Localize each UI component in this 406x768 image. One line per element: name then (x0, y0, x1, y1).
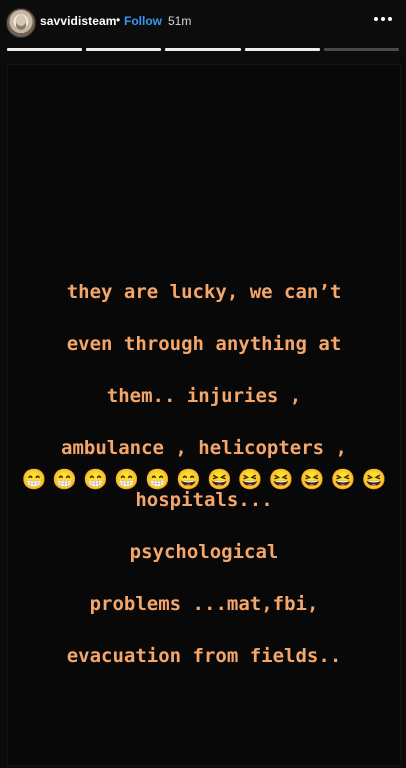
more-options-icon[interactable] (374, 11, 392, 29)
progress-segment (7, 48, 83, 51)
avatar[interactable] (6, 8, 36, 38)
username[interactable]: savvidisteam (40, 14, 117, 28)
progress-segment (165, 48, 241, 51)
laughing-face-icon: 😆 (299, 469, 325, 491)
grinning-face-icon: 😁 (21, 469, 47, 491)
story-text-line: evacuation from fields.. (66, 645, 342, 667)
grinning-face-icon: 😁 (145, 469, 171, 491)
post-time: 51m (168, 14, 192, 28)
follow-button[interactable]: Follow (124, 14, 162, 28)
grinning-face-icon: 😁 (83, 469, 109, 491)
story-text-line: they are lucky, we can’t (66, 281, 342, 303)
story-text-line: psychological (129, 541, 279, 563)
story-content[interactable]: they are lucky, we can’t even through an… (7, 64, 401, 766)
laughing-face-icon: 😆 (207, 469, 232, 491)
laughing-face-icon: 😆 (237, 469, 263, 491)
laughing-face-icon: 😆 (268, 469, 294, 491)
smiling-face-icon: 😄 (176, 469, 201, 491)
story-text-line: problems ...mat,fbi, (89, 593, 319, 615)
progress-segment (323, 48, 400, 51)
progress-segment (86, 48, 162, 51)
story-text-line: even through anything at (66, 333, 342, 355)
story-header: savvidisteam • Follow 51m (0, 0, 406, 55)
story-text-line: ambulance , helicopters , (61, 437, 347, 459)
laughing-face-icon: 😆 (361, 469, 387, 491)
emoji-row: 😁 😁 😁 😁 😁 😄 😆 😆 😆 😆 😆 😆 (8, 468, 400, 492)
grinning-face-icon: 😁 (114, 469, 140, 491)
story-text-line: them.. injuries , (106, 385, 302, 407)
story-progress-bar (7, 48, 400, 51)
progress-segment (244, 48, 320, 51)
laughing-face-icon: 😆 (330, 469, 356, 491)
grinning-face-icon: 😁 (52, 469, 78, 491)
separator-dot: • (116, 13, 121, 27)
